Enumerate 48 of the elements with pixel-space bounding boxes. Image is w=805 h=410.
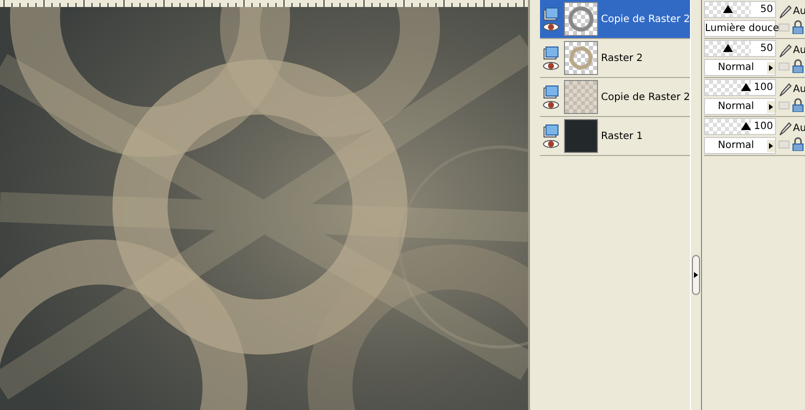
opacity-slider[interactable] [704,118,751,135]
layer-thumbnail [564,119,598,153]
opacity-slider[interactable] [704,1,751,18]
layer-name: Copie de Raster 2 [600,14,690,24]
eye-icon[interactable] [543,140,559,148]
brush-icon[interactable] [778,44,792,58]
eye-icon[interactable] [543,101,559,109]
opacity-slider[interactable] [704,40,751,57]
layer-thumbnail [564,41,598,75]
layer-name: Raster 1 [601,130,643,142]
opacity-slider[interactable] [704,79,751,96]
dropdown-arrow-icon[interactable] [767,100,775,112]
raster-layer-icon [543,46,559,60]
blend-mode-dropdown[interactable]: Normal [704,98,776,115]
link-label: Au [793,123,805,134]
opacity-value: 50 [751,40,776,57]
brush-icon[interactable] [778,82,792,96]
lock-icon[interactable] [791,58,805,72]
blend-mode-dropdown[interactable]: Normal [704,59,776,76]
link-label: Au [793,6,805,17]
lock-icon[interactable] [791,136,805,150]
dropdown-arrow-icon[interactable] [767,140,775,152]
link-label: Au [793,45,805,56]
opacity-value: 50 [751,1,776,18]
layer-row[interactable]: Copie de Raster 2 [540,0,690,39]
raster-layer-icon [543,124,559,138]
layer-thumbnail [564,2,598,36]
layer-row[interactable]: Raster 1 [540,117,690,156]
brush-icon[interactable] [778,4,792,18]
eye-icon[interactable] [543,62,559,70]
layer-row[interactable]: Raster 2 [540,39,690,78]
opacity-value: 100 [751,79,776,96]
blend-mode-dropdown[interactable]: Lumière douce [704,20,776,37]
eye-icon[interactable] [543,23,559,31]
layer-row[interactable]: Copie de Raster 2 [540,78,690,117]
raster-layer-icon [543,85,559,99]
raster-layer-icon [543,7,559,21]
lock-icon[interactable] [791,98,805,112]
opacity-value: 100 [751,118,776,135]
layer-name: Raster 2 [601,52,643,64]
brush-icon[interactable] [778,122,792,136]
link-label: Au [793,84,805,95]
dropdown-arrow-icon[interactable] [767,62,775,74]
layer-name: Copie de Raster 2 [600,92,690,102]
panel-toggle-handle[interactable] [692,255,700,295]
blend-mode-dropdown[interactable]: Normal [704,137,776,154]
layer-thumbnail [564,80,598,114]
lock-icon[interactable] [791,20,805,34]
